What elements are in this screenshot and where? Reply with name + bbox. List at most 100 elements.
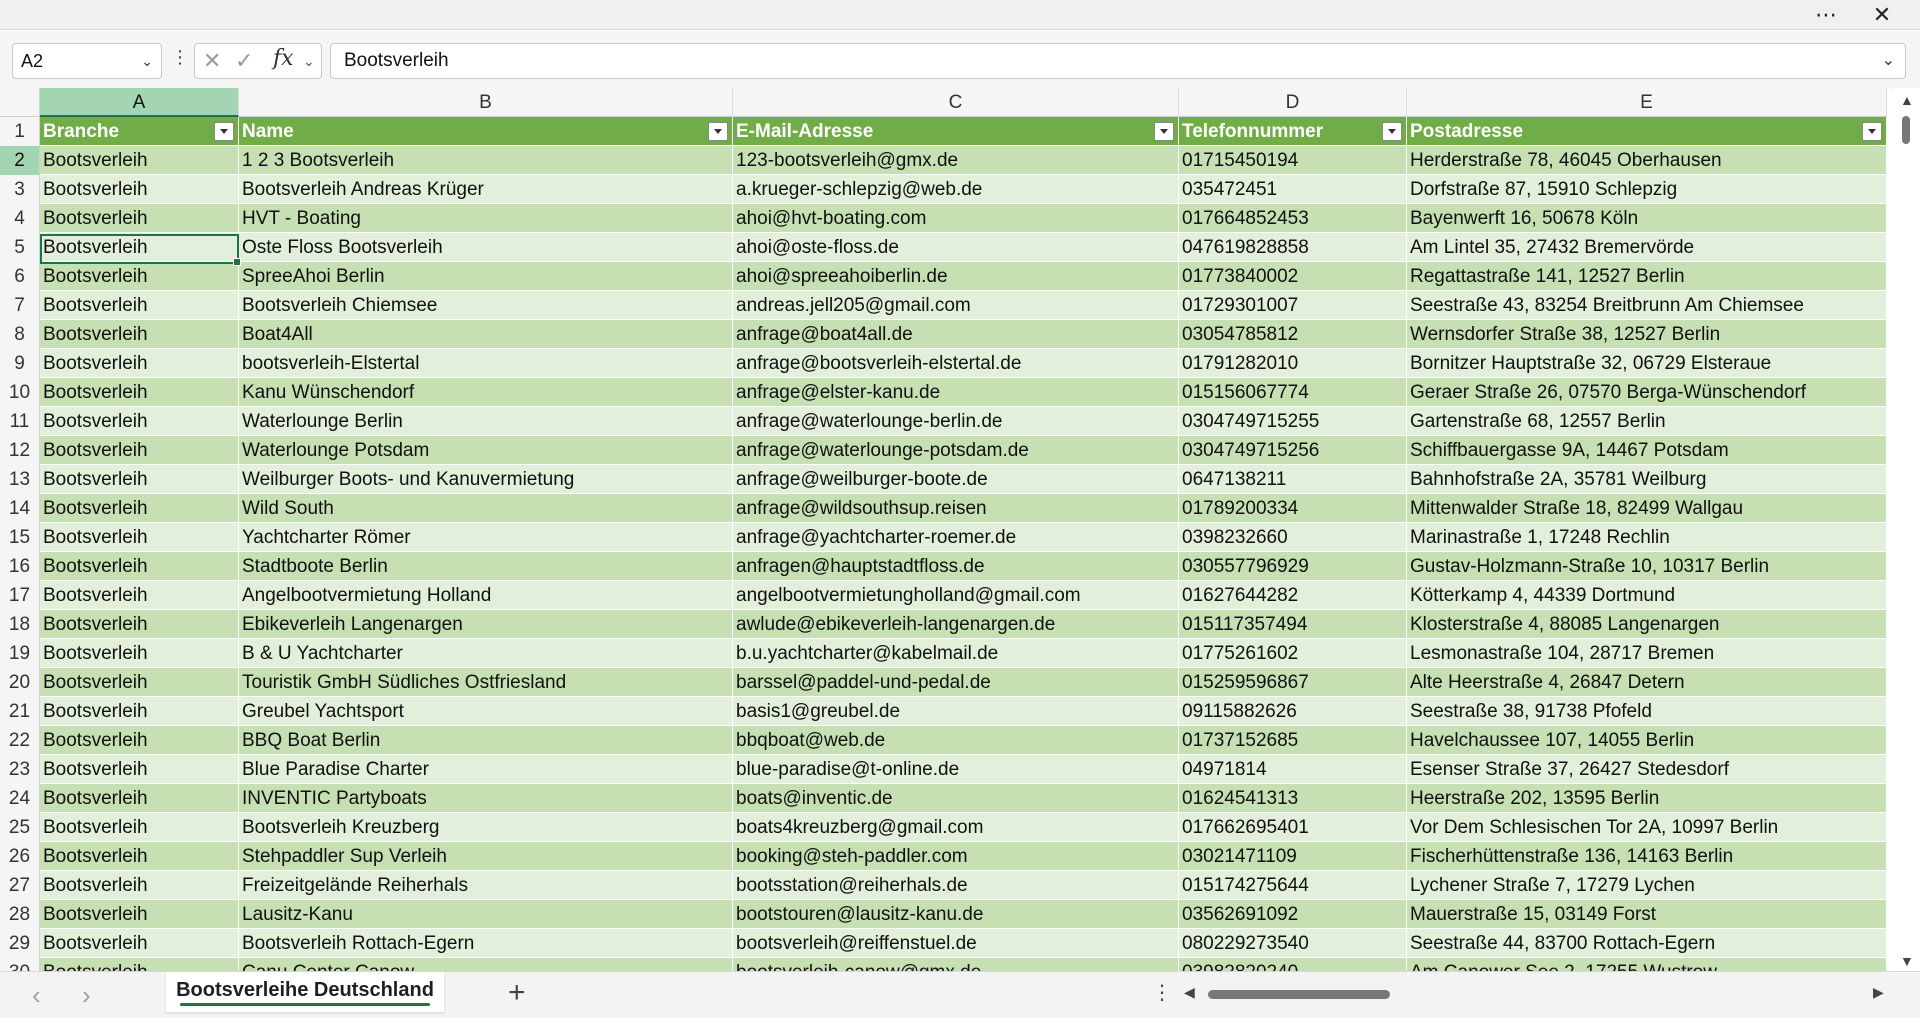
table-cell[interactable]: 080229273540: [1179, 929, 1407, 958]
table-cell[interactable]: 015117357494: [1179, 610, 1407, 639]
add-sheet-icon[interactable]: +: [508, 976, 526, 1010]
table-cell[interactable]: Greubel Yachtsport: [239, 697, 733, 726]
table-cell[interactable]: Bootsverleih: [40, 262, 239, 291]
table-cell[interactable]: anfrage@elster-kanu.de: [733, 378, 1179, 407]
chevron-down-icon[interactable]: ⌄: [141, 44, 153, 78]
cancel-icon[interactable]: ✕: [203, 48, 221, 74]
filter-dropdown-icon[interactable]: [1862, 122, 1882, 141]
table-cell[interactable]: Lesmonastraße 104, 28717 Bremen: [1407, 639, 1887, 668]
table-cell[interactable]: 01791282010: [1179, 349, 1407, 378]
header-cell[interactable]: Telefonnummer: [1179, 117, 1407, 146]
table-cell[interactable]: 015174275644: [1179, 871, 1407, 900]
table-cell[interactable]: anfrage@bootsverleih-elstertal.de: [733, 349, 1179, 378]
row-number[interactable]: 21: [0, 697, 40, 726]
vertical-scrollbar[interactable]: ▲ ▼: [1892, 88, 1920, 971]
table-cell[interactable]: Alte Heerstraße 4, 26847 Detern: [1407, 668, 1887, 697]
table-cell[interactable]: 0398232660: [1179, 523, 1407, 552]
table-cell[interactable]: bootstouren@lausitz-kanu.de: [733, 900, 1179, 929]
spreadsheet-grid[interactable]: A B C D E 1 Branche Name E-Mail-Adresse Telefonnu…: [0, 88, 1890, 971]
table-cell[interactable]: Bootsverleih: [40, 407, 239, 436]
table-cell[interactable]: booking@steh-paddler.com: [733, 842, 1179, 871]
table-cell[interactable]: anfrage@weilburger-boote.de: [733, 465, 1179, 494]
filter-dropdown-icon[interactable]: [708, 122, 728, 141]
vertical-scroll-thumb[interactable]: [1902, 116, 1910, 144]
row-number[interactable]: 22: [0, 726, 40, 755]
row-number[interactable]: 11: [0, 407, 40, 436]
table-cell[interactable]: Touristik GmbH Südliches Ostfriesland: [239, 668, 733, 697]
table-cell[interactable]: Bootsverleih: [40, 929, 239, 958]
formula-input[interactable]: Bootsverleih ⌄: [330, 43, 1906, 79]
table-cell[interactable]: 01737152685: [1179, 726, 1407, 755]
table-cell[interactable]: 015156067774: [1179, 378, 1407, 407]
column-header-c[interactable]: C: [733, 88, 1179, 117]
table-cell[interactable]: Bootsverleih: [40, 436, 239, 465]
table-cell[interactable]: awlude@ebikeverleih-langenargen.de: [733, 610, 1179, 639]
table-cell[interactable]: angelbootvermietungholland@gmail.com: [733, 581, 1179, 610]
table-cell[interactable]: Bootsverleih Chiemsee: [239, 291, 733, 320]
table-cell[interactable]: blue-paradise@t-online.de: [733, 755, 1179, 784]
table-cell[interactable]: anfrage@waterlounge-potsdam.de: [733, 436, 1179, 465]
table-cell[interactable]: 01775261602: [1179, 639, 1407, 668]
table-cell[interactable]: B & U Yachtcharter: [239, 639, 733, 668]
table-cell[interactable]: Waterlounge Potsdam: [239, 436, 733, 465]
table-cell[interactable]: Ebikeverleih Langenargen: [239, 610, 733, 639]
row-number[interactable]: 16: [0, 552, 40, 581]
table-cell[interactable]: b.u.yachtcharter@kabelmail.de: [733, 639, 1179, 668]
table-cell[interactable]: anfrage@wildsouthsup.reisen: [733, 494, 1179, 523]
table-cell[interactable]: Bootsverleih: [40, 349, 239, 378]
table-cell[interactable]: ahoi@hvt-boating.com: [733, 204, 1179, 233]
select-all-corner[interactable]: [0, 88, 40, 117]
close-icon[interactable]: ✕: [1864, 2, 1900, 28]
row-number[interactable]: 15: [0, 523, 40, 552]
table-cell[interactable]: basis1@greubel.de: [733, 697, 1179, 726]
table-cell[interactable]: Bootsverleih: [40, 378, 239, 407]
table-cell[interactable]: Mauerstraße 15, 03149 Forst: [1407, 900, 1887, 929]
table-cell[interactable]: Bootsverleih: [40, 146, 239, 175]
table-cell[interactable]: 01729301007: [1179, 291, 1407, 320]
table-cell[interactable]: Bootsverleih: [40, 465, 239, 494]
row-number[interactable]: 20: [0, 668, 40, 697]
table-cell[interactable]: Vor Dem Schlesischen Tor 2A, 10997 Berli…: [1407, 813, 1887, 842]
table-cell[interactable]: Seestraße 44, 83700 Rottach-Egern: [1407, 929, 1887, 958]
row-number[interactable]: 18: [0, 610, 40, 639]
table-cell[interactable]: Wernsdorfer Straße 38, 12527 Berlin: [1407, 320, 1887, 349]
table-cell[interactable]: Canu Center Canow: [239, 958, 733, 971]
row-number[interactable]: 29: [0, 929, 40, 958]
header-cell[interactable]: Branche: [40, 117, 239, 146]
table-cell[interactable]: Bootsverleih: [40, 610, 239, 639]
next-sheet-icon[interactable]: ›: [82, 980, 91, 1011]
filter-dropdown-icon[interactable]: [1154, 122, 1174, 141]
row-number[interactable]: 3: [0, 175, 40, 204]
table-cell[interactable]: Bahnhofstraße 2A, 35781 Weilburg: [1407, 465, 1887, 494]
table-cell[interactable]: barssel@paddel-und-pedal.de: [733, 668, 1179, 697]
table-cell[interactable]: Stehpaddler Sup Verleih: [239, 842, 733, 871]
table-cell[interactable]: a.krueger-schlepzig@web.de: [733, 175, 1179, 204]
row-number[interactable]: 9: [0, 349, 40, 378]
table-cell[interactable]: BBQ Boat Berlin: [239, 726, 733, 755]
insert-function-icon[interactable]: fx: [273, 46, 294, 71]
row-number[interactable]: 13: [0, 465, 40, 494]
table-cell[interactable]: Kanu Wünschendorf: [239, 378, 733, 407]
row-number[interactable]: 4: [0, 204, 40, 233]
table-cell[interactable]: INVENTIC Partyboats: [239, 784, 733, 813]
table-cell[interactable]: Wild South: [239, 494, 733, 523]
table-cell[interactable]: Weilburger Boots- und Kanuvermietung: [239, 465, 733, 494]
chevron-down-icon[interactable]: ⌄: [303, 53, 315, 70]
table-cell[interactable]: Bootsverleih: [40, 668, 239, 697]
row-number[interactable]: 14: [0, 494, 40, 523]
table-cell[interactable]: Bayenwerft 16, 50678 Köln: [1407, 204, 1887, 233]
table-cell[interactable]: Marinastraße 1, 17248 Rechlin: [1407, 523, 1887, 552]
table-cell[interactable]: anfragen@hauptstadtfloss.de: [733, 552, 1179, 581]
table-cell[interactable]: 017664852453: [1179, 204, 1407, 233]
table-cell[interactable]: 035472451: [1179, 175, 1407, 204]
table-cell[interactable]: 04971814: [1179, 755, 1407, 784]
table-cell[interactable]: bootsverleih-canow@gmx.de: [733, 958, 1179, 971]
table-cell[interactable]: 01715450194: [1179, 146, 1407, 175]
previous-sheet-icon[interactable]: ‹: [32, 980, 41, 1011]
table-cell[interactable]: anfrage@waterlounge-berlin.de: [733, 407, 1179, 436]
table-cell[interactable]: Regattastraße 141, 12527 Berlin: [1407, 262, 1887, 291]
table-cell[interactable]: 03982820240: [1179, 958, 1407, 971]
row-number[interactable]: 27: [0, 871, 40, 900]
table-cell[interactable]: SpreeAhoi Berlin: [239, 262, 733, 291]
table-cell[interactable]: bootsverleih-Elstertal: [239, 349, 733, 378]
